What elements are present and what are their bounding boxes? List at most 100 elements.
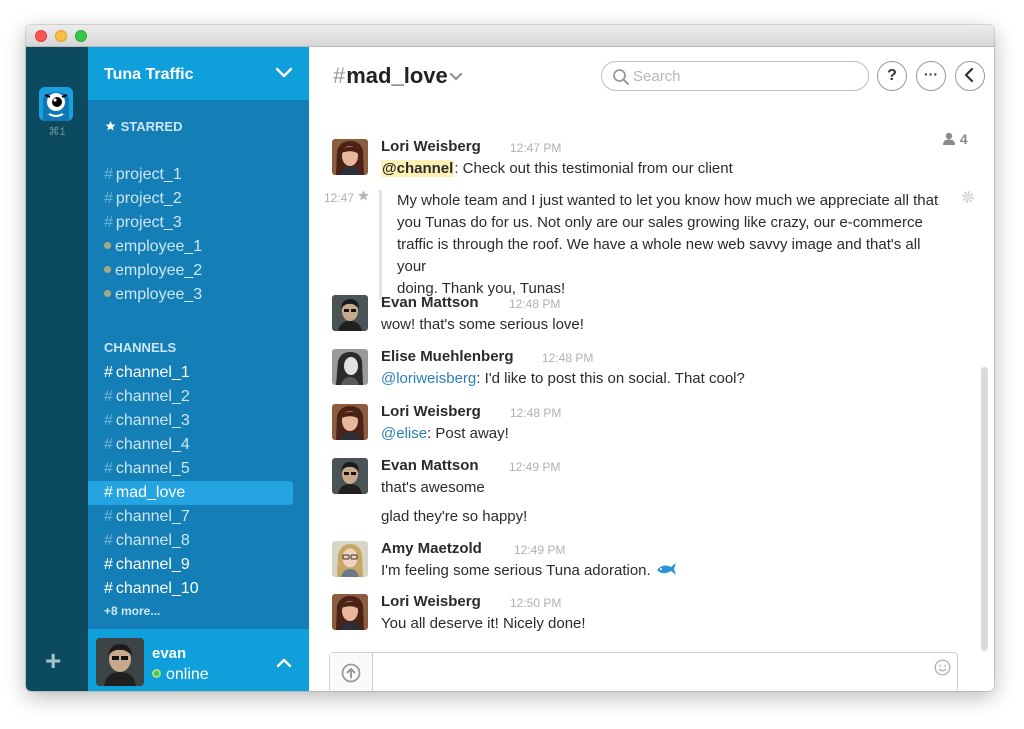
- sidebar-item-channel_1[interactable]: # channel_1: [88, 361, 293, 385]
- message-author[interactable]: Evan Mattson: [381, 457, 479, 474]
- close-window-button[interactable]: [35, 30, 47, 42]
- channels-section-label[interactable]: CHANNELS: [104, 340, 176, 355]
- sidebar-item-channel_8[interactable]: # channel_8: [88, 529, 293, 553]
- quoted-testimonial: My whole team and I just wanted to let y…: [379, 190, 949, 300]
- team-shortcut-label: ⌘1: [48, 126, 66, 138]
- hash-icon: #: [104, 412, 113, 429]
- sidebar-item-label: channel_9: [115, 556, 190, 573]
- sidebar-item-channel_3[interactable]: # channel_3: [88, 409, 293, 433]
- sidebar-item-label: channel_10: [115, 580, 199, 597]
- message-scrollbar[interactable]: [981, 367, 988, 651]
- upload-button[interactable]: [330, 653, 373, 691]
- user-menu[interactable]: evan online: [88, 629, 309, 691]
- message-timestamp[interactable]: 12:50 PM: [510, 596, 561, 610]
- app-window: ⌘1 + Tuna Traffic STARRED # project_1 # pr…: [26, 25, 994, 691]
- message-author[interactable]: Elise Muehlenberg: [381, 348, 514, 365]
- sidebar-item-employee_1[interactable]: employee_1: [88, 235, 293, 259]
- sidebar-item-channel_7[interactable]: # channel_7: [88, 505, 293, 529]
- message-timestamp[interactable]: 12:48 PM: [542, 351, 593, 365]
- collapse-panel-button[interactable]: [955, 61, 985, 91]
- hash-icon: #: [104, 166, 113, 183]
- avatar[interactable]: [332, 594, 368, 630]
- starred-section-label: STARRED: [104, 119, 183, 134]
- gear-icon[interactable]: [961, 190, 975, 204]
- hash-icon: #: [104, 556, 113, 573]
- sidebar-item-project_1[interactable]: # project_1: [88, 163, 293, 187]
- chevron-down-icon[interactable]: [449, 71, 463, 83]
- message-author[interactable]: Amy Maetzold: [381, 540, 482, 557]
- message-timestamp[interactable]: 12:47 PM: [510, 141, 561, 155]
- sidebar-item-label: employee_2: [115, 262, 203, 279]
- sidebar-item-project_2[interactable]: # project_2: [88, 187, 293, 211]
- online-status-icon: [152, 669, 161, 678]
- avatar[interactable]: [332, 349, 368, 385]
- sidebar-item-employee_2[interactable]: employee_2: [88, 259, 293, 283]
- member-count-text: 4: [959, 131, 968, 147]
- emoji-icon[interactable]: [934, 659, 951, 676]
- sidebar-item-label: project_2: [115, 190, 182, 207]
- quote-timestamp[interactable]: 12:47: [324, 191, 354, 205]
- user-mention[interactable]: @loriweisberg: [381, 370, 476, 387]
- avatar[interactable]: [332, 541, 368, 577]
- quote-line: My whole team and I just wanted to let y…: [397, 192, 939, 209]
- team-menu-header[interactable]: Tuna Traffic: [88, 47, 309, 100]
- search-box[interactable]: [601, 61, 869, 91]
- sidebar-item-channel_9[interactable]: # channel_9: [88, 553, 293, 577]
- user-mention[interactable]: @elise: [381, 425, 427, 442]
- message-author[interactable]: Lori Weisberg: [381, 593, 481, 610]
- message-body: : Post away!: [427, 425, 509, 442]
- sidebar-item-employee_3[interactable]: employee_3: [88, 283, 293, 307]
- message-body: : I'd like to post this on social. That …: [476, 370, 745, 387]
- sidebar-item-label: channel_1: [115, 364, 190, 381]
- message-timestamp[interactable]: 12:48 PM: [509, 297, 560, 311]
- hash-icon: #: [104, 532, 113, 549]
- tuna-emoji-icon: [656, 563, 676, 575]
- message-timestamp[interactable]: 12:48 PM: [510, 406, 561, 420]
- chevron-down-icon: [275, 67, 293, 78]
- sidebar-item-channel_5[interactable]: # channel_5: [88, 457, 293, 481]
- message-author[interactable]: Lori Weisberg: [381, 403, 481, 420]
- more-actions-button[interactable]: ···: [916, 61, 946, 91]
- star-icon[interactable]: [357, 189, 370, 202]
- more-channels-link[interactable]: +8 more...: [104, 604, 160, 618]
- hash-icon: #: [104, 364, 113, 381]
- message-text: @elise: Post away!: [381, 425, 509, 442]
- sidebar-item-channel_2[interactable]: # channel_2: [88, 385, 293, 409]
- title-bar: [26, 25, 994, 47]
- avatar: [96, 638, 144, 686]
- minimize-window-button[interactable]: [55, 30, 67, 42]
- message-author[interactable]: Lori Weisberg: [381, 138, 481, 155]
- team-name: Tuna Traffic: [104, 66, 194, 83]
- message-text: that's awesome: [381, 479, 485, 496]
- sidebar-item-label: channel_4: [115, 436, 190, 453]
- member-count[interactable]: 4: [942, 131, 968, 147]
- hash-icon: #: [104, 214, 113, 231]
- sidebar-item-channel_10[interactable]: # channel_10: [88, 577, 293, 601]
- message-author[interactable]: Evan Mattson: [381, 294, 479, 311]
- avatar[interactable]: [332, 295, 368, 331]
- message-input[interactable]: [380, 662, 920, 684]
- presence-dot-icon: [104, 242, 111, 249]
- message-timestamp[interactable]: 12:49 PM: [514, 543, 565, 557]
- sidebar-item-mad_love[interactable]: # mad_love: [88, 481, 293, 505]
- search-input[interactable]: [633, 65, 853, 87]
- sidebar-item-label: channel_5: [115, 460, 190, 477]
- sidebar-item-label: employee_1: [115, 238, 203, 255]
- team-switcher-rail: ⌘1 +: [26, 47, 88, 691]
- team-logo-icon[interactable]: [39, 87, 73, 121]
- sidebar-item-label: employee_3: [115, 286, 203, 303]
- zoom-window-button[interactable]: [75, 30, 87, 42]
- sidebar-item-project_3[interactable]: # project_3: [88, 211, 293, 235]
- avatar[interactable]: [332, 404, 368, 440]
- message-timestamp[interactable]: 12:49 PM: [509, 460, 560, 474]
- sidebar-item-label: project_1: [115, 166, 182, 183]
- avatar[interactable]: [332, 139, 368, 175]
- presence-dot-icon: [104, 290, 111, 297]
- channel-title[interactable]: #mad_love: [333, 63, 448, 89]
- add-team-button[interactable]: +: [45, 647, 61, 675]
- help-button[interactable]: ?: [877, 61, 907, 91]
- message-text: You all deserve it! Nicely done!: [381, 615, 586, 632]
- avatar[interactable]: [332, 458, 368, 494]
- channel-mention[interactable]: @channel: [381, 160, 455, 177]
- sidebar-item-channel_4[interactable]: # channel_4: [88, 433, 293, 457]
